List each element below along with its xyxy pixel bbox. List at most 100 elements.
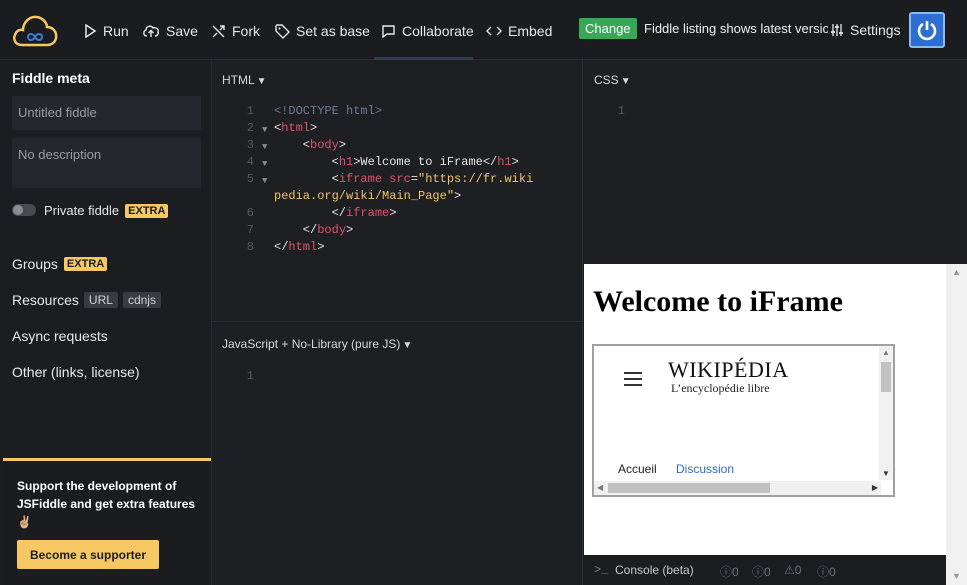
set-as-base-label: Set as base [296,23,370,39]
line-number: 1 [246,369,254,383]
html-panel-header[interactable]: HTML ▼ [222,73,267,87]
line-number: 8 [246,240,254,254]
css-panel-label: CSS [594,73,619,87]
run-button[interactable]: Run [83,22,129,40]
code-brackets-icon [486,26,502,36]
scroll-down-arrow-icon[interactable]: ▼ [882,469,890,478]
top-toolbar: Run Save Fork Set as base Collaborate Em… [0,0,967,60]
sidebar-item-async-requests[interactable]: Async requests [12,328,108,344]
iframe-horizontal-scrollbar[interactable]: ◀ ▶ [594,481,881,495]
result-panel[interactable]: Welcome to iFrame WIKIPÉDIA L’encyclopéd… [584,264,946,555]
line-number: 3 [246,138,254,152]
support-box: Support the development of JSFiddle and … [3,458,211,585]
html-panel-label: HTML [222,73,255,87]
extra-badge: EXTRA [125,204,169,218]
embedded-iframe[interactable]: WIKIPÉDIA L’encyclopédie libre Accueil D… [592,344,895,497]
line-number: 5 [246,172,254,186]
jsfiddle-logo-icon[interactable] [12,13,58,47]
caret-down-icon: ▼ [402,340,413,351]
iframe-vertical-scrollbar[interactable]: ▲ ▼ [879,346,893,480]
code-line-5-wrap: pedia.org/wiki/Main_Page"> [274,189,462,203]
line-number: 1 [246,104,254,118]
error-count: ⓘ0 [817,565,836,579]
private-fiddle-row: Private fiddle EXTRA [44,203,169,218]
line-number: 6 [246,206,254,220]
result-vertical-scrollbar[interactable]: ▲ ▼ [946,264,967,585]
html-panel[interactable]: HTML ▼ 1 2 3 4 5 6 7 8 ▼ ▼ ▼ ▼ <!DOCTYPE … [212,60,583,322]
warning-count: ⚠0 [784,563,802,577]
listing-notice: Fiddle listing shows latest version [644,21,837,36]
fork-button[interactable]: Fork [211,22,260,40]
iframe-hscroll-thumb[interactable] [608,483,770,493]
fold-caret-icon[interactable]: ▼ [262,156,267,173]
line-number: 2 [246,121,254,135]
become-supporter-button[interactable]: Become a supporter [17,540,159,569]
fold-caret-icon[interactable]: ▼ [262,139,267,156]
power-icon [917,21,937,41]
javascript-panel-header[interactable]: JavaScript + No-Library (pure JS) ▼ [222,337,412,351]
wikipedia-wordmark[interactable]: WIKIPÉDIA [668,357,789,383]
sidebar-item-groups[interactable]: Groups EXTRA [12,256,108,272]
terminal-prompt-icon: >_ [594,563,609,577]
change-button[interactable]: Change [579,18,637,39]
fiddle-title-input[interactable]: Untitled fiddle [12,96,201,130]
collaborate-button[interactable]: Collaborate [381,22,474,40]
fork-icon [212,24,225,37]
resources-label: Resources [12,292,79,308]
fold-caret-icon[interactable]: ▼ [262,122,267,139]
sidebar-item-other[interactable]: Other (links, license) [12,364,140,380]
sidebar-item-resources[interactable]: Resources URL cdnjs [12,292,161,308]
tab-accueil[interactable]: Accueil [618,462,657,476]
tag-icon [275,23,290,39]
code-line-7: </body> [274,223,354,237]
line-number: 1 [617,104,625,118]
other-label: Other (links, license) [12,364,140,380]
async-requests-label: Async requests [12,328,108,344]
save-label: Save [166,23,198,39]
css-panel-header[interactable]: CSS ▼ [594,73,631,87]
scroll-up-arrow-icon[interactable]: ▲ [882,348,890,357]
line-number: 4 [246,155,254,169]
css-panel[interactable]: CSS ▼ 1 [584,60,967,264]
javascript-panel[interactable]: JavaScript + No-Library (pure JS) ▼ 1 [212,323,583,585]
set-as-base-button[interactable]: Set as base [275,22,370,40]
scroll-up-arrow-icon[interactable]: ▲ [952,267,961,277]
cloud-upload-icon [143,25,159,37]
console-bar[interactable]: >_ Console (beta) ⓘ0 ⓘ0 ⚠0 ⓘ0 [584,555,946,585]
code-line-5: <iframe src="https://fr.wiki [274,172,534,186]
settings-button[interactable]: Settings [828,22,901,38]
resource-url-chip[interactable]: URL [83,292,118,308]
embed-label: Embed [508,23,553,39]
caret-down-icon: ▼ [256,76,267,87]
code-line-4: <h1>Welcome to iFrame</h1> [274,155,519,169]
play-icon [85,24,97,38]
scroll-down-arrow-icon[interactable]: ▼ [952,571,961,581]
javascript-panel-label: JavaScript + No-Library (pure JS) [222,337,401,351]
console-label: Console (beta) [615,563,694,577]
embed-button[interactable]: Embed [486,22,552,40]
line-number: 7 [246,223,254,237]
sidebar: Fiddle meta Untitled fiddle No descripti… [0,60,212,585]
iframe-scroll-thumb[interactable] [881,362,891,392]
fiddle-description-input[interactable]: No description [12,138,201,188]
login-button[interactable] [909,12,945,48]
groups-label: Groups [12,256,58,272]
run-label: Run [103,23,129,39]
hamburger-menu-icon[interactable] [624,372,642,386]
code-line-3: <body> [274,138,347,152]
sliders-icon [831,24,843,36]
support-text: Support the development of JSFiddle and … [17,479,196,529]
resource-cdnjs-chip[interactable]: cdnjs [122,292,161,308]
result-heading: Welcome to iFrame [593,285,843,318]
scroll-left-arrow-icon[interactable]: ◀ [597,483,603,492]
log-count: ⓘ0 [720,565,739,579]
scroll-right-arrow-icon[interactable]: ▶ [872,483,878,492]
code-line-8: </html> [274,240,325,254]
private-fiddle-toggle[interactable] [12,204,36,216]
save-button[interactable]: Save [142,22,198,40]
collaborate-label: Collaborate [402,23,474,39]
fold-caret-icon[interactable]: ▼ [262,173,267,190]
caret-down-icon: ▼ [620,76,631,87]
code-line-1: <!DOCTYPE html> [274,104,383,118]
tab-discussion[interactable]: Discussion [676,462,734,476]
